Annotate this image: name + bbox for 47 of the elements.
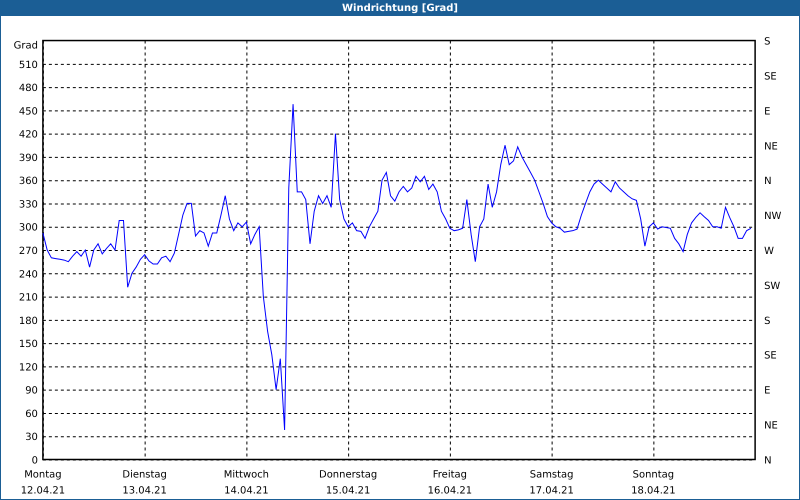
date-label: 15.04.21 [326,485,370,496]
y-axis-label: 210 [18,292,38,304]
day-label: Samstag [530,469,574,480]
day-label: Mittwoch [224,469,269,480]
date-label: 12.04.21 [20,485,66,496]
y-axis-label: 270 [18,246,38,257]
day-label: Freitag [432,469,467,480]
compass-label: SE [764,350,777,362]
compass-label: N [764,176,772,188]
y-axis-label: 510 [18,60,38,71]
window-title: Windrichtung [Grad] [342,2,458,14]
compass-label: NE [764,141,778,152]
date-label: 18.04.21 [631,485,676,496]
y-axis-label: 90 [25,386,38,397]
y-axis-label: 360 [18,176,38,188]
compass-label: E [764,106,770,118]
y-axis-label: 480 [18,83,38,94]
compass-label: N [764,455,772,466]
date-label: 17.04.21 [529,485,574,496]
y-axis-label: 150 [18,339,38,350]
y-axis-title: Grad [14,40,38,52]
compass-label: SW [764,280,780,292]
compass-label: NW [764,211,782,222]
y-axis-label: 30 [25,432,38,444]
compass-label: W [764,246,774,257]
day-label: Sonntag [632,469,674,480]
y-axis-label: 330 [18,199,38,210]
compass-label: E [764,386,770,397]
y-axis-label: 420 [18,130,38,141]
y-axis-label: 60 [25,408,38,420]
compass-label: SE [764,71,777,82]
day-label: Donnerstag [319,469,378,480]
y-axis-label: 300 [18,222,38,234]
date-label: 14.04.21 [224,485,269,496]
y-axis-label: 0 [32,455,38,466]
y-axis-label: 180 [18,316,38,327]
y-axis-label: 450 [18,106,38,118]
day-label: Dienstag [122,469,167,480]
y-axis-label: 120 [18,362,38,374]
day-label: Montag [24,469,62,480]
date-label: 13.04.21 [122,485,167,496]
compass-label: S [764,316,770,327]
y-axis-label: 240 [18,269,38,280]
compass-label: NE [764,420,778,432]
date-label: 16.04.21 [428,485,472,496]
y-axis-label: 390 [18,152,38,164]
compass-label: S [764,36,770,48]
